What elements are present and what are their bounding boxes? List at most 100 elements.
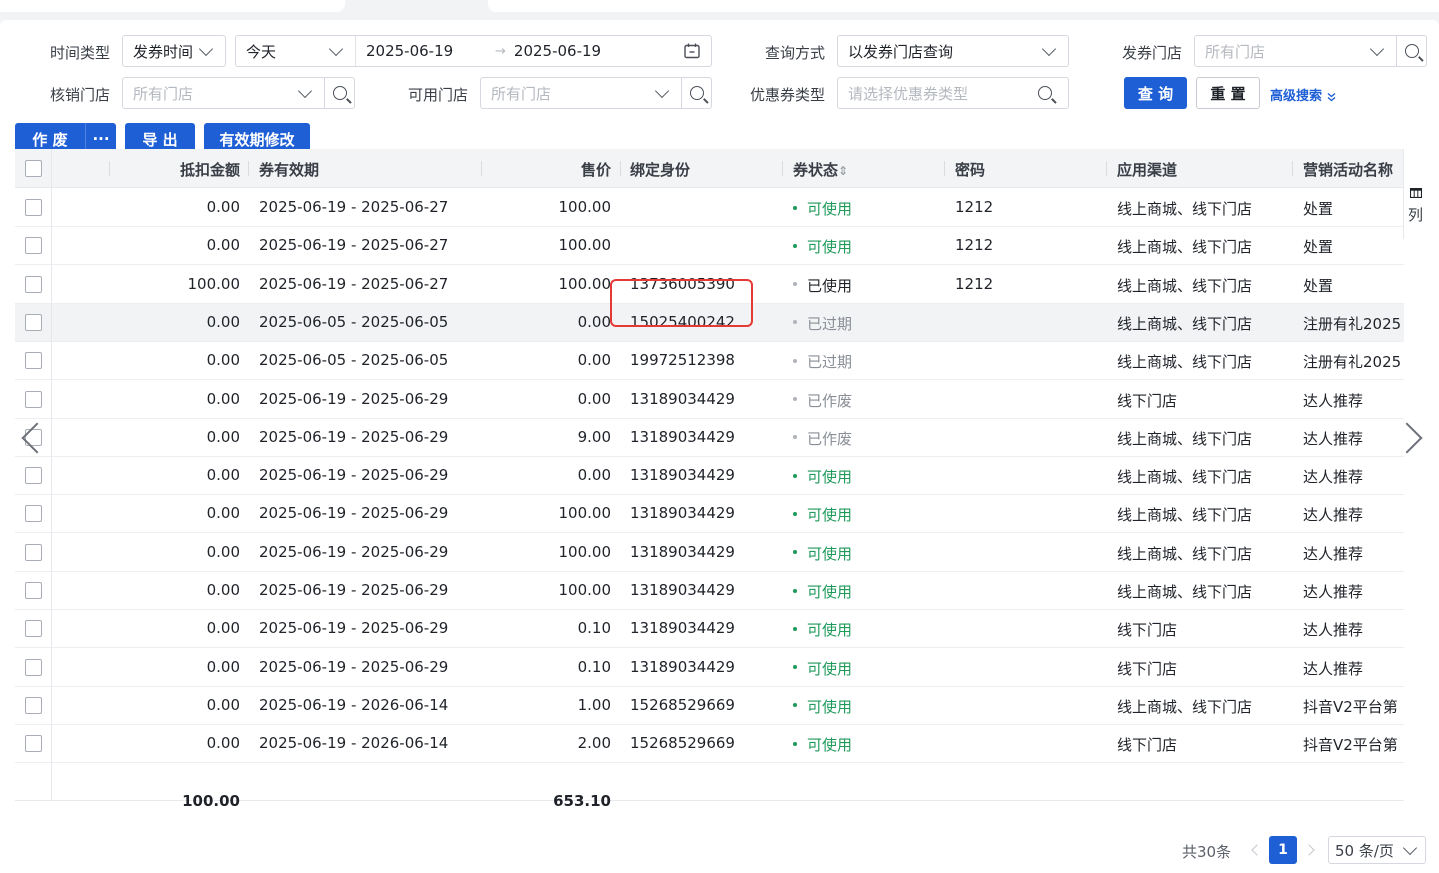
more-actions-button[interactable]: ···: [86, 130, 116, 148]
row-checkbox[interactable]: [25, 199, 42, 216]
cell-price: 100.00: [558, 581, 612, 599]
table-row[interactable]: 0.00 2025-06-05 - 2025-06-05 0.00 199725123…: [15, 342, 1404, 381]
table-row[interactable]: 0.00 2025-06-19 - 2025-06-29 9.00 131890344…: [15, 419, 1404, 457]
cell-identity: 15268529669: [630, 695, 735, 714]
time-type-select[interactable]: 发券时间: [122, 35, 226, 67]
cell-deduct: 0.00: [206, 581, 240, 599]
header-status-label: 券状态: [793, 161, 839, 179]
row-checkbox[interactable]: [25, 313, 42, 331]
cell-identity: 19972512398: [630, 351, 735, 370]
cell-campaign: 达人推荐: [1303, 583, 1364, 601]
status-dot-icon: [793, 473, 797, 478]
cell-channel: 线上商城、线下门店: [1117, 200, 1253, 218]
tab-left[interactable]: [0, 0, 345, 12]
row-checkbox[interactable]: [25, 582, 42, 599]
query-mode-select[interactable]: 以发券门店查询: [837, 35, 1069, 67]
page-size-select[interactable]: 50 条/页: [1328, 836, 1426, 864]
table-row[interactable]: 0.00 2025-06-19 - 2025-06-29 0.00 131890344…: [15, 381, 1404, 419]
row-checkbox[interactable]: [25, 505, 42, 523]
issue-store-search-button[interactable]: [1396, 36, 1426, 66]
table-row[interactable]: 0.00 2025-06-19 - 2025-06-29 0.00 131890344…: [15, 457, 1404, 496]
cell-status: 可使用: [793, 734, 852, 755]
header-validity: 券有效期: [259, 161, 320, 179]
chevron-down-icon: [198, 41, 214, 56]
current-page[interactable]: 1: [1269, 836, 1297, 864]
table-row[interactable]: 0.00 2025-06-19 - 2026-06-14 1.00 152685296…: [15, 687, 1404, 725]
cell-campaign: 达人推荐: [1303, 659, 1364, 678]
cell-validity: 2025-06-19 - 2025-06-29: [259, 389, 449, 408]
chevron-down-icon: [297, 83, 313, 98]
column-settings-button[interactable]: 列: [1403, 149, 1427, 239]
tab-right[interactable]: [488, 0, 1439, 12]
cell-identity: 13189034429: [630, 542, 735, 561]
search-icon[interactable]: [1038, 86, 1052, 100]
row-checkbox[interactable]: [25, 352, 42, 370]
row-checkbox[interactable]: [25, 467, 42, 485]
cell-price: 0.00: [577, 312, 611, 331]
row-checkbox[interactable]: [25, 658, 42, 676]
cell-identity: 13189034429: [630, 504, 735, 523]
row-checkbox[interactable]: [25, 620, 42, 638]
table-row[interactable]: 0.00 2025-06-19 - 2026-06-14 2.00 152685296…: [15, 725, 1404, 764]
columns-icon: [1410, 188, 1422, 198]
range-preset-value[interactable]: 今天: [236, 41, 331, 62]
date-end[interactable]: 2025-06-19: [514, 42, 683, 60]
verify-store-select[interactable]: 所有门店: [122, 77, 355, 109]
cell-channel: 线上商城、线下门店: [1117, 583, 1253, 601]
issue-store-select[interactable]: 所有门店: [1194, 35, 1427, 67]
row-checkbox[interactable]: [25, 390, 42, 408]
verify-store-search-button[interactable]: [324, 78, 354, 108]
tab-strip: [0, 0, 1439, 20]
reset-button[interactable]: 重 置: [1196, 77, 1260, 109]
table-row[interactable]: 0.00 2025-06-19 - 2025-06-27 100.00 可使用 1212…: [15, 189, 1404, 227]
cell-validity: 2025-06-19 - 2026-06-14: [259, 734, 449, 753]
table-row[interactable]: 0.00 2025-06-19 - 2025-06-29 0.10 131890344…: [15, 649, 1404, 687]
status-dot-icon: [793, 435, 797, 440]
usable-store-search-button[interactable]: [681, 78, 711, 108]
chevron-down-icon[interactable]: [328, 41, 344, 56]
status-text: 已作废: [807, 391, 853, 410]
search-button[interactable]: 查 询: [1124, 77, 1187, 109]
table-row[interactable]: 0.00 2025-06-19 - 2025-06-29 100.00 1318903…: [15, 534, 1404, 572]
cell-price: 0.00: [577, 466, 611, 485]
status-dot-icon: [793, 397, 797, 401]
row-checkbox[interactable]: [25, 237, 42, 255]
header-deduct: 抵扣金额: [179, 161, 240, 179]
table-row[interactable]: 0.00 2025-06-19 - 2025-06-27 100.00 可使用 1212…: [15, 227, 1404, 266]
query-mode-value: 以发券门店查询: [848, 42, 954, 61]
cell-price: 0.00: [577, 351, 611, 370]
row-checkbox[interactable]: [25, 696, 42, 714]
row-checkbox[interactable]: [25, 543, 42, 561]
sort-icon[interactable]: ⇕: [838, 164, 848, 178]
chevron-down-icon: [1041, 41, 1057, 56]
page-size-value: 50 条/页: [1335, 841, 1394, 860]
cell-channel: 线上商城、线下门店: [1117, 544, 1253, 563]
usable-store-select[interactable]: 所有门店: [480, 77, 712, 109]
table-row[interactable]: 0.00 2025-06-19 - 2025-06-29 100.00 1318903…: [15, 495, 1404, 534]
table-row[interactable]: 0.00 2025-06-19 - 2025-06-29 100.00 1318903…: [15, 572, 1404, 610]
date-arrow-icon: →: [495, 43, 506, 59]
row-checkbox[interactable]: [25, 735, 42, 753]
cell-validity: 2025-06-19 - 2025-06-27: [259, 236, 449, 255]
cell-deduct: 0.00: [206, 504, 240, 523]
row-checkbox[interactable]: [25, 275, 42, 293]
cell-password: 1212: [955, 274, 994, 293]
cell-deduct: 0.00: [206, 542, 240, 561]
date-range-picker[interactable]: 今天 2025-06-19 → 2025-06-19: [235, 35, 712, 67]
header-status[interactable]: 券状态⇕: [793, 159, 848, 180]
status-dot-icon: [793, 243, 797, 248]
cell-deduct: 0.00: [206, 619, 240, 638]
calendar-icon[interactable]: [683, 42, 701, 60]
cell-price: 0.10: [577, 657, 611, 676]
coupon-type-input[interactable]: 请选择优惠券类型: [837, 77, 1069, 109]
cell-validity: 2025-06-05 - 2025-06-05: [259, 312, 449, 331]
cell-status: 可使用: [793, 198, 852, 219]
cell-status: 可使用: [793, 696, 852, 717]
date-start[interactable]: 2025-06-19: [355, 36, 495, 66]
void-button[interactable]: 作 废: [15, 129, 85, 150]
table-row[interactable]: 0.00 2025-06-19 - 2025-06-29 0.10 131890344…: [15, 610, 1404, 649]
status-text: 可使用: [807, 200, 853, 218]
select-all-checkbox[interactable]: [25, 160, 42, 177]
advanced-search-link[interactable]: 高级搜索: [1270, 85, 1336, 104]
cell-deduct: 0.00: [206, 466, 240, 485]
